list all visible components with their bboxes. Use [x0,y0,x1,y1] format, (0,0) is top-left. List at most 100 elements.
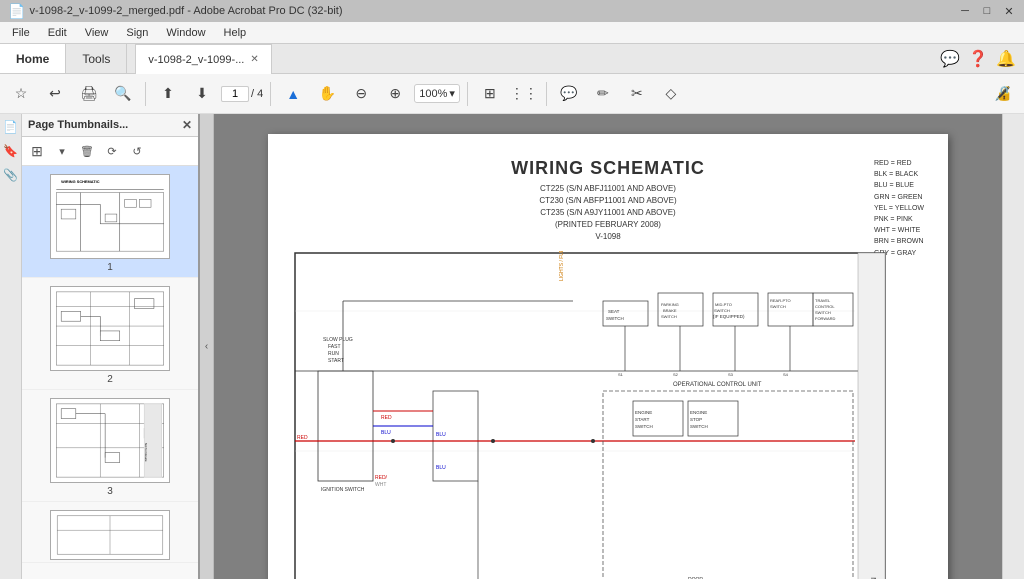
svg-text:ENGINE: ENGINE [635,410,652,415]
find-button[interactable]: 🔍 [108,79,138,109]
svg-text:STOP: STOP [690,417,702,422]
panel-collapse-arrow[interactable]: ‹ [200,114,214,579]
tab-tools[interactable]: Tools [66,44,127,73]
svg-text:SWITCH: SWITCH [815,310,831,315]
svg-text:SWITCH: SWITCH [661,314,677,319]
window-controls: ─ □ ✕ [958,4,1016,18]
hand-tool-button[interactable]: ✋ [312,79,342,109]
zoom-value: 100% [419,88,447,100]
sidebar-bookmark-icon[interactable]: 🔖 [2,142,20,160]
print-button[interactable]: 🖨 [74,79,104,109]
panel-extract-btn[interactable]: ↺ [126,140,148,162]
menu-sign[interactable]: Sign [118,25,156,41]
panel-toolbar: ⊞ ▾ 🗑 ⟳ ↺ [22,137,198,166]
zoom-level-dropdown[interactable]: 100% ▾ [414,84,460,103]
page-number-input[interactable] [221,86,249,102]
close-button[interactable]: ✕ [1002,4,1016,18]
sidebar-attach-icon[interactable]: 📎 [2,166,20,184]
panel-view-btn[interactable]: ⊞ [26,140,48,162]
sidebar-page-icon[interactable]: 📄 [2,118,20,136]
chat-icon[interactable]: 💬 [940,49,960,69]
panel-title: Page Thumbnails... [28,119,128,131]
toolbar: ☆ ↩ 🖨 🔍 ⬆ ⬇ / 4 ▲ ✋ ⊖ ⊕ 100% ▾ ⊞ ⋮⋮ 💬 ✏ … [0,74,1024,114]
pdf-page: WIRING SCHEMATIC CT225 (S/N ABFJ11001 AN… [268,134,948,579]
doc-tab-close[interactable]: ✕ [250,54,258,65]
rotate-button[interactable]: ⋮⋮ [509,79,539,109]
svg-text:RED/: RED/ [375,475,388,481]
zoom-dropdown-icon: ▾ [449,87,455,100]
svg-text:BLU: BLU [381,430,391,436]
minimize-button[interactable]: ─ [958,4,972,18]
shapes-button[interactable]: ◇ [656,79,686,109]
title-bar: 📄 v-1098-2_v-1099-2_merged.pdf - Adobe A… [0,0,1024,22]
svg-text:RUN: RUN [328,351,339,357]
svg-text:IGNITION SWITCH: IGNITION SWITCH [321,487,365,493]
panel-thumbnails: Page Thumbnails... ✕ ⊞ ▾ 🗑 ⟳ ↺ WIRING SC… [22,114,200,579]
highlight-button[interactable]: ✏ [588,79,618,109]
prev-page-button[interactable]: ⬆ [153,79,183,109]
panel-rotate-btn[interactable]: ⟳ [101,140,123,162]
svg-text:BLU: BLU [436,465,446,471]
svg-text:FORWARD: FORWARD [815,316,836,321]
thumb-item-3[interactable]: Not for Resale 3 [22,390,198,502]
svg-text:BLU: BLU [436,432,446,438]
fit-page-button[interactable]: ⊞ [475,79,505,109]
menu-file[interactable]: File [4,25,38,41]
doc-tab[interactable]: v-1098-2_v-1099-... ✕ [135,44,271,74]
thumb-label-1: 1 [107,262,113,273]
right-sidebar [1002,114,1024,579]
svg-text:S3: S3 [728,372,734,377]
thumb-box-3: Not for Resale [50,398,170,483]
svg-text:WIRING SCHEMATIC: WIRING SCHEMATIC [61,179,100,184]
separator-4 [546,82,547,106]
svg-text:RED: RED [381,415,392,421]
panel-separator: ▾ [51,140,73,162]
svg-text:SLOW PLUG: SLOW PLUG [323,337,353,343]
window-title: v-1098-2_v-1099-2_merged.pdf - Adobe Acr… [29,5,342,17]
svg-text:LIGHTS / FUEL / OIL TEMP: LIGHTS / FUEL / OIL TEMP [559,251,565,281]
tab-bar: Home Tools v-1098-2_v-1099-... ✕ 💬 ❓ 🔔 [0,44,1024,74]
bookmark-button[interactable]: ☆ [6,79,36,109]
select-tool-button[interactable]: ▲ [278,79,308,109]
panel-delete-btn[interactable]: 🗑 [76,140,98,162]
svg-text:CONTROL: CONTROL [815,304,835,309]
thumb-item-4[interactable] [22,502,198,563]
svg-text:FAST: FAST [328,344,341,350]
svg-text:ENGINE: ENGINE [690,410,707,415]
tab-bar-right: 💬 ❓ 🔔 [940,44,1024,73]
tab-home[interactable]: Home [0,44,66,73]
menu-window[interactable]: Window [158,25,213,41]
schematic-title: WIRING SCHEMATIC [292,158,924,179]
menu-help[interactable]: Help [216,25,255,41]
pdf-area[interactable]: WIRING SCHEMATIC CT225 (S/N ABFJ11001 AN… [214,114,1002,579]
thumb-item-1[interactable]: WIRING SCHEMATIC 1 [22,166,198,278]
next-page-button[interactable]: ⬇ [187,79,217,109]
help-icon[interactable]: ❓ [968,49,988,69]
notification-icon[interactable]: 🔔 [996,49,1016,69]
strikethrough-button[interactable]: ✂ [622,79,652,109]
separator-2 [270,82,271,106]
svg-text:RED: RED [297,435,308,441]
sign-button[interactable]: 🔏 [988,79,1018,109]
thumb-box-4 [50,510,170,560]
page-navigation: / 4 [221,86,263,102]
svg-text:SEAT: SEAT [608,309,620,314]
menu-view[interactable]: View [77,25,117,41]
svg-text:SWITCH: SWITCH [635,424,653,429]
schematic-subtitle: CT225 (S/N ABFJ11001 AND ABOVE) CT230 (S… [292,183,924,243]
panel-close-icon[interactable]: ✕ [182,118,192,132]
menu-edit[interactable]: Edit [40,25,75,41]
maximize-button[interactable]: □ [980,4,994,18]
svg-text:PARKING: PARKING [661,302,679,307]
svg-text:SWITCH: SWITCH [770,304,786,309]
comment-button[interactable]: 💬 [554,79,584,109]
thumb-item-2[interactable]: 2 [22,278,198,390]
zoom-in-button[interactable]: ⊕ [380,79,410,109]
back-button[interactable]: ↩ [40,79,70,109]
svg-text:S1: S1 [618,372,624,377]
svg-text:S2: S2 [673,372,679,377]
panel-scroll-area[interactable]: WIRING SCHEMATIC 1 [22,166,198,579]
title-text: 📄 v-1098-2_v-1099-2_merged.pdf - Adobe A… [8,3,343,20]
zoom-out-button[interactable]: ⊖ [346,79,376,109]
main-area: 📄 🔖 📎 Page Thumbnails... ✕ ⊞ ▾ 🗑 ⟳ ↺ [0,114,1024,579]
